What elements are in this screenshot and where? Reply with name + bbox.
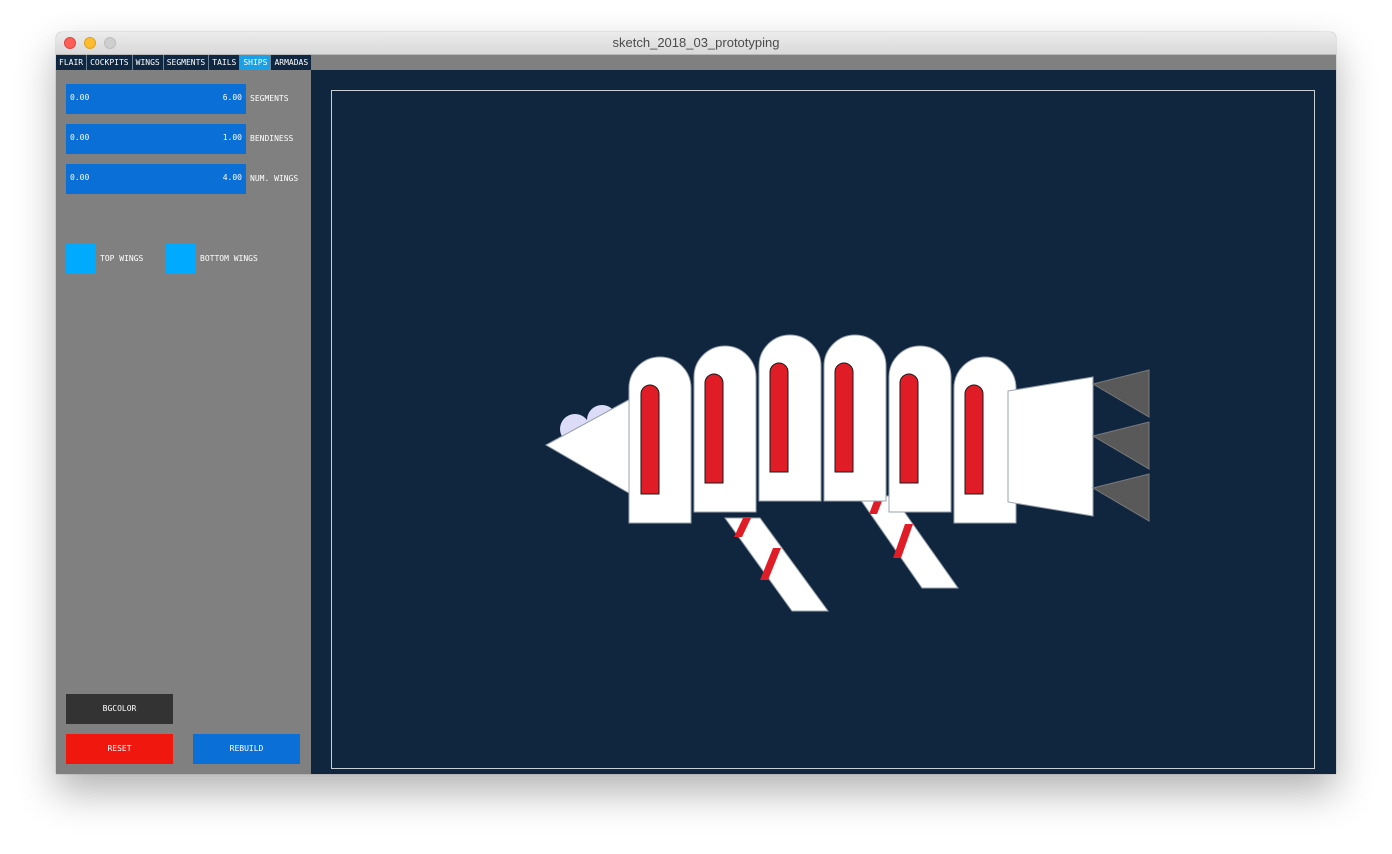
num-wings-label: NUM. WINGS <box>250 174 299 183</box>
tail-fin <box>1091 369 1150 418</box>
segments-label: SEGMENTS <box>250 94 289 103</box>
bendiness-slider[interactable]: 0.00 1.00 <box>66 124 246 154</box>
segments-slider[interactable]: 0.00 6.00 <box>66 84 246 114</box>
ship-drawing <box>544 334 1150 612</box>
slider-min-value: 0.00 <box>70 173 90 182</box>
top-wings-label: TOP WINGS <box>100 254 144 263</box>
bendiness-label: BENDINESS <box>250 134 294 143</box>
reset-button[interactable]: RESET <box>66 734 173 764</box>
tab-wings[interactable]: WINGS <box>132 55 164 70</box>
tab-tails[interactable]: TAILS <box>209 55 241 70</box>
title-bar: sketch_2018_03_prototyping <box>56 32 1336 55</box>
slider-max-value: 4.00 <box>222 173 242 182</box>
slider-max-value: 6.00 <box>222 93 242 102</box>
hull-segment-5 <box>888 345 952 513</box>
hull-segment-1 <box>628 356 692 524</box>
tab-bar: FLAIR COCKPITS WINGS SEGMENTS TAILS SHIP… <box>56 55 313 70</box>
bgcolor-button[interactable]: BGCOLOR <box>66 694 173 724</box>
tab-segments[interactable]: SEGMENTS <box>163 55 210 70</box>
bottom-wings-toggle[interactable] <box>166 244 196 274</box>
window-title: sketch_2018_03_prototyping <box>612 35 780 50</box>
top-wings-toggle[interactable] <box>66 244 96 274</box>
hull-segment-3 <box>758 334 822 502</box>
tail-block <box>1007 376 1094 517</box>
hull-segment-6 <box>953 356 1017 524</box>
slider-min-value: 0.00 <box>70 93 90 102</box>
tail-fin <box>1091 473 1150 522</box>
hull-segment-2 <box>693 345 757 513</box>
bottom-wings-label: BOTTOM WINGS <box>200 254 258 263</box>
app-window: sketch_2018_03_prototyping FLAIR COCKPIT… <box>56 32 1336 774</box>
num-wings-slider[interactable]: 0.00 4.00 <box>66 164 246 194</box>
tab-flair[interactable]: FLAIR <box>56 55 88 70</box>
bottom-wing-1 <box>724 517 829 612</box>
slider-min-value: 0.00 <box>70 133 90 142</box>
control-panel: 0.00 6.00 SEGMENTS 0.00 1.00 BENDINESS 0… <box>56 70 311 774</box>
rebuild-button[interactable]: REBUILD <box>193 734 300 764</box>
tab-armadas[interactable]: ARMADAS <box>271 55 313 70</box>
tail-fin <box>1091 421 1150 470</box>
slider-max-value: 1.00 <box>222 133 242 142</box>
hull-segment-4 <box>823 334 887 502</box>
tab-cockpits[interactable]: COCKPITS <box>87 55 133 70</box>
tab-ships[interactable]: SHIPS <box>240 55 272 70</box>
sketch-canvas[interactable] <box>311 70 1336 774</box>
